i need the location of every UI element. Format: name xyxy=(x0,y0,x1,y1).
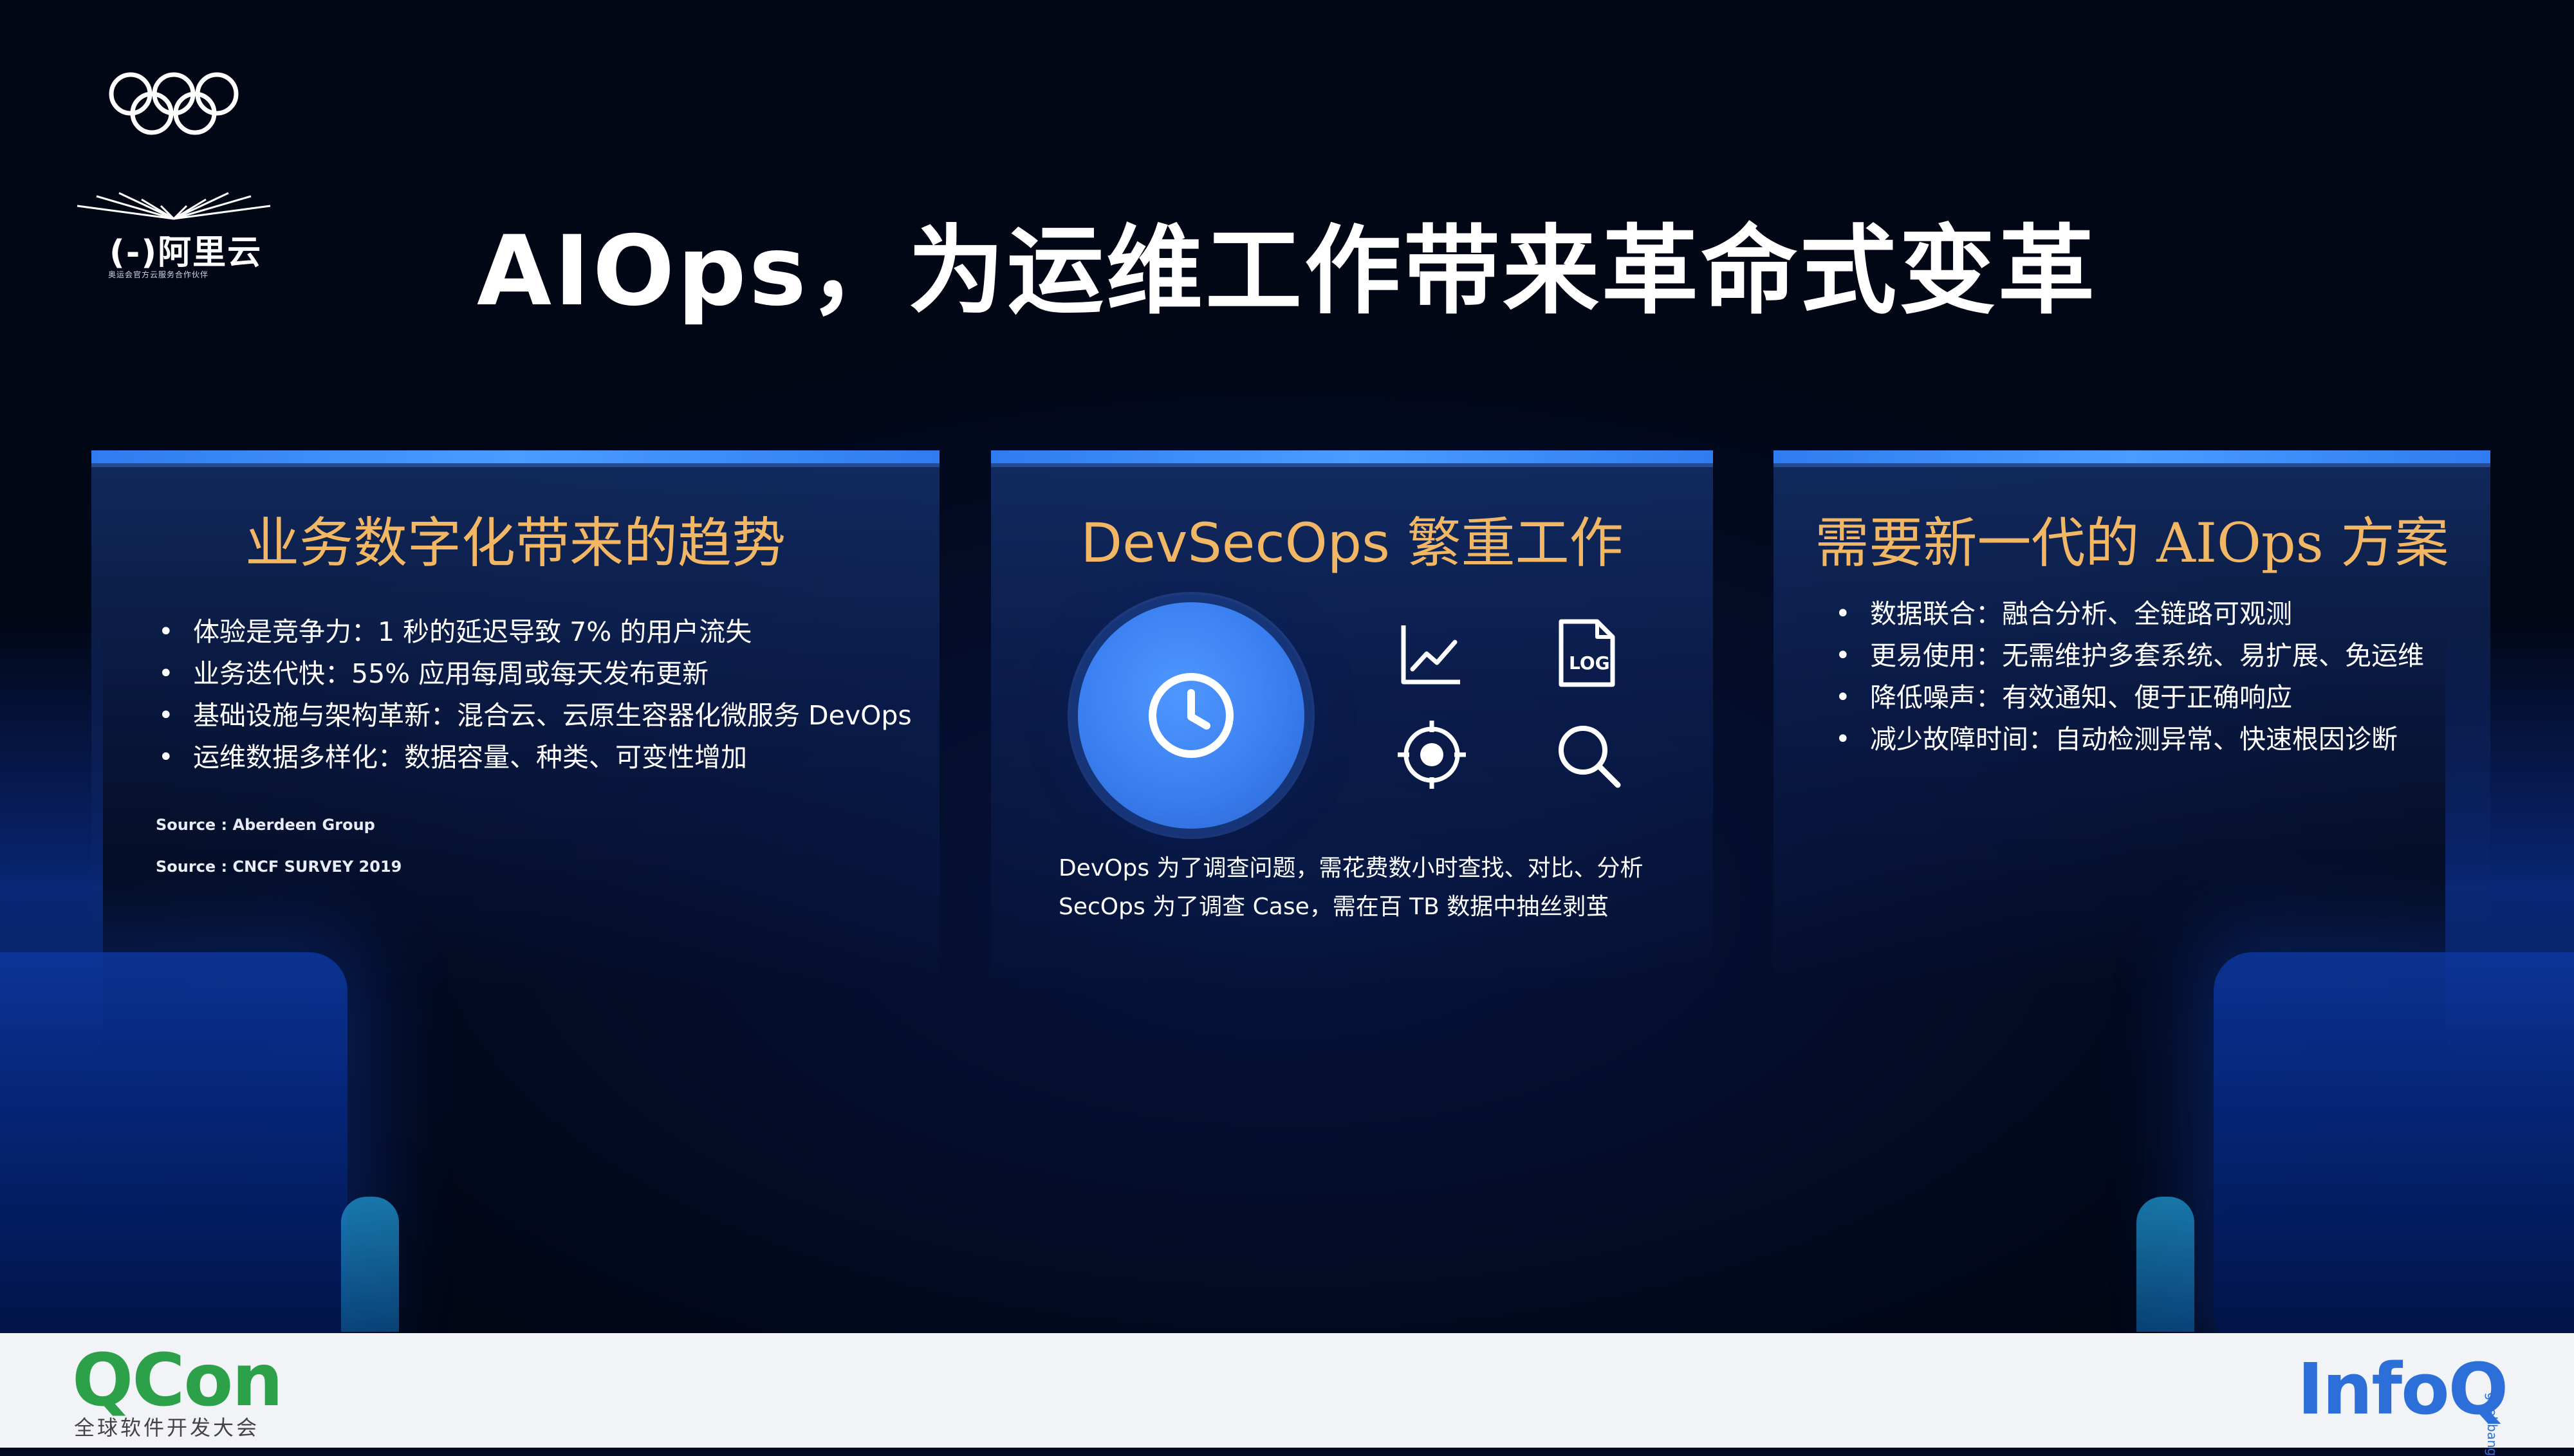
panel-accent-bar xyxy=(91,450,940,467)
log-label: LOG xyxy=(1569,652,1610,674)
qcon-subtitle: 全球软件开发大会 xyxy=(74,1415,260,1440)
panel-title: 需要新一代的 AIOps 方案 xyxy=(1815,511,2449,575)
panel-title: 业务数字化带来的趋势 xyxy=(245,511,786,575)
olympic-rings-icon xyxy=(109,72,239,135)
panel-accent-bar xyxy=(991,450,1713,467)
panel-title: DevSecOps 繁重工作 xyxy=(1080,511,1624,575)
list-item: 体验是竞争力：1 秒的延迟导致 7% 的用户流失 xyxy=(156,611,912,653)
list-item: 基础设施与架构革新：混合云、云原生容器化微服务 DevOps xyxy=(156,695,912,737)
qcon-logo: QCon xyxy=(72,1339,283,1423)
right-glow-pillar xyxy=(2136,1197,2194,1332)
panel-aiops-solution: 需要新一代的 AIOps 方案 数据联合：融合分析、全链路可观测 更易使用：无需… xyxy=(1773,450,2490,991)
panel-accent-bar xyxy=(1773,450,2490,467)
footer-bar: QCon 全球软件开发大会 InfoQ geekbang xyxy=(0,1333,2574,1456)
secops-description: SecOps 为了调查 Case，需在百 TB 数据中抽丝剥茧 xyxy=(1059,894,1609,920)
clock-icon xyxy=(1149,673,1234,758)
list-item: 运维数据多样化：数据容量、种类、可变性增加 xyxy=(156,737,912,779)
clock-badge xyxy=(1078,602,1304,829)
slide-title: AIOps，为运维工作带来革命式变革 xyxy=(476,216,2098,327)
list-item: 数据联合：融合分析、全链路可观测 xyxy=(1833,593,2424,635)
left-glow-pillar xyxy=(341,1197,399,1332)
source-note: Source : CNCF SURVEY 2019 xyxy=(156,858,402,876)
list-item: 减少故障时间：自动检测异常、快速根因诊断 xyxy=(1833,719,2424,760)
source-note: Source : Aberdeen Group xyxy=(156,816,375,834)
infoq-side-text: geekbang xyxy=(2485,1392,2500,1456)
trend-list: 体验是竞争力：1 秒的延迟导致 7% 的用户流失 业务迭代快：55% 应用每周或… xyxy=(156,611,912,779)
infoq-logo: InfoQ xyxy=(2297,1348,2508,1430)
right-glow-block xyxy=(2214,952,2574,1333)
list-item: 降低噪声：有效通知、便于正确响应 xyxy=(1833,677,2424,719)
panel-devsecops-workload: DevSecOps 繁重工作 LOG DevOps 为了调查问题，需花费数小时查… xyxy=(991,450,1713,991)
panel-digital-trends: 业务数字化带来的趋势 体验是竞争力：1 秒的延迟导致 7% 的用户流失 业务迭代… xyxy=(91,450,940,991)
solution-list: 数据联合：融合分析、全链路可观测 更易使用：无需维护多套系统、易扩展、免运维 降… xyxy=(1833,593,2424,760)
log-file-icon: LOG xyxy=(1555,618,1619,690)
search-icon xyxy=(1559,726,1621,788)
list-item: 更易使用：无需维护多套系统、易扩展、免运维 xyxy=(1833,635,2424,677)
target-icon xyxy=(1398,721,1466,789)
devops-description: DevOps 为了调查问题，需花费数小时查找、对比、分析 xyxy=(1059,855,1643,881)
left-glow-block xyxy=(0,952,347,1333)
line-chart-icon xyxy=(1401,625,1460,685)
list-item: 业务迭代快：55% 应用每周或每天发布更新 xyxy=(156,653,912,695)
slide-background: (-)阿里云 奥运会官方云服务合作伙伴 AIOps，为运维工作带来革命式变革 业… xyxy=(0,0,2574,1333)
